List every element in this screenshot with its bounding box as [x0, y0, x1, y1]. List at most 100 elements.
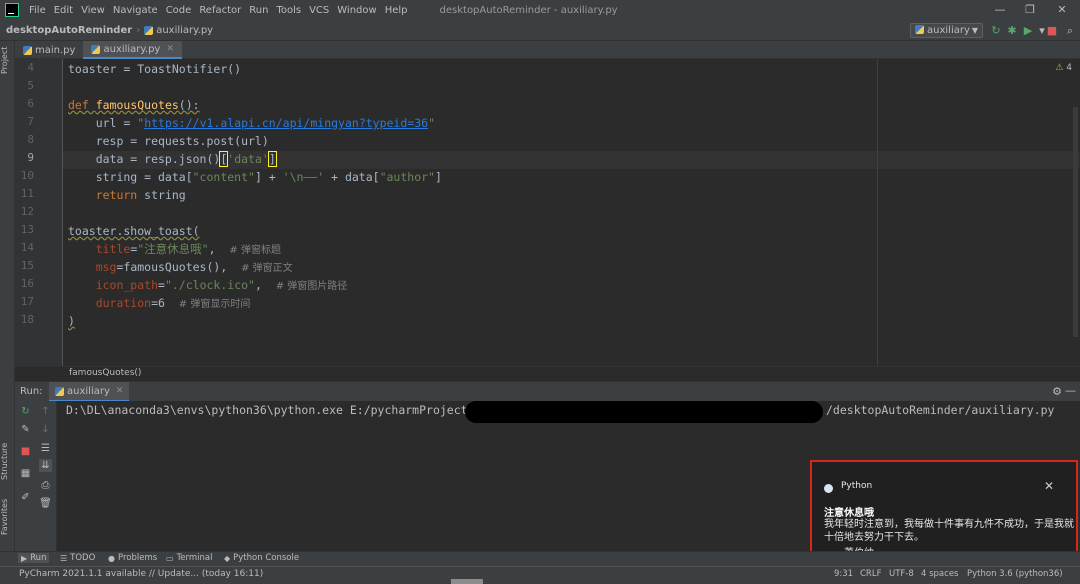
- editor-tabs: main.py auxiliary.py ✕: [15, 41, 1080, 59]
- navigation-bar: desktopAutoReminder › auxiliary.py auxil…: [0, 20, 1080, 41]
- trash-icon[interactable]: 🗑: [39, 497, 52, 510]
- menu-vcs[interactable]: VCS: [305, 5, 333, 16]
- breadcrumb-file[interactable]: auxiliary.py: [156, 25, 213, 36]
- line-number: 16: [20, 277, 34, 290]
- menu-refactor[interactable]: Refactor: [195, 5, 245, 16]
- structure-tool-tab[interactable]: Structure: [0, 439, 15, 483]
- code-line: return string: [68, 188, 186, 202]
- code-line: ): [68, 314, 75, 328]
- toast-body-panel: Python ✕ 注意休息哦 我年轻时注意到，我每做十件事有九件不成功，于是我就…: [812, 462, 1076, 565]
- tool-tab-python-console[interactable]: ◆ Python Console: [224, 553, 299, 563]
- menu-code[interactable]: Code: [162, 5, 196, 16]
- python-file-icon: [144, 25, 154, 35]
- info-icon: ●: [108, 553, 115, 563]
- status-message[interactable]: PyCharm 2021.1.1 available // Update... …: [19, 569, 263, 579]
- soft-wrap-icon[interactable]: ☰: [39, 442, 52, 455]
- scroll-to-end-icon[interactable]: ⇊: [39, 459, 52, 472]
- breadcrumb-function[interactable]: famousQuotes(): [69, 368, 141, 378]
- tab-main-py[interactable]: main.py: [15, 41, 83, 59]
- project-tool-tab[interactable]: Project: [0, 43, 15, 77]
- menu-help[interactable]: Help: [381, 5, 412, 16]
- arrow-up-icon[interactable]: ↑: [39, 405, 52, 418]
- coverage-icon[interactable]: ▶: [1022, 24, 1034, 37]
- status-line-separator[interactable]: CRLF: [860, 569, 881, 579]
- code-line: url = "https://v1.alapi.cn/api/mingyan?t…: [68, 116, 435, 130]
- python-console-icon: ◆: [224, 553, 231, 563]
- tab-auxiliary-py[interactable]: auxiliary.py ✕: [83, 41, 182, 59]
- gear-icon[interactable]: ⚙: [1052, 385, 1062, 398]
- tool-tab-run[interactable]: ▶ Run: [18, 553, 50, 563]
- run-toolbar-primary: ↻ ✎ ■ ▦ ✐: [15, 401, 35, 551]
- menu-navigate[interactable]: Navigate: [109, 5, 162, 16]
- arrow-down-icon[interactable]: ↓: [39, 423, 52, 436]
- toast-app-name: Python: [841, 481, 873, 491]
- hide-panel-icon[interactable]: —: [1065, 384, 1076, 397]
- line-number: 14: [20, 241, 34, 254]
- code-line: string = data["content"] + '\n——' + data…: [68, 170, 442, 184]
- status-indent[interactable]: 4 spaces: [921, 569, 958, 579]
- pycharm-logo-icon: [5, 3, 19, 17]
- close-icon[interactable]: ✕: [1044, 479, 1054, 493]
- python-app-icon: [824, 484, 833, 493]
- editor-scrollbar[interactable]: [1073, 107, 1078, 337]
- run-tab-auxiliary[interactable]: auxiliary ✕: [49, 382, 130, 402]
- pin-icon[interactable]: ✐: [19, 491, 32, 504]
- status-caret-position[interactable]: 9:31: [834, 569, 853, 579]
- menu-file[interactable]: File: [25, 5, 50, 16]
- line-number: 8: [27, 133, 34, 146]
- menu-tools[interactable]: Tools: [272, 5, 305, 16]
- redacted-path-block: [465, 401, 823, 423]
- run-config-label: auxiliary: [927, 25, 970, 36]
- run-config-dropdown[interactable]: auxiliary ▼: [910, 23, 983, 38]
- code-line: icon_path="./clock.ico", # 弹窗图片路径: [68, 278, 348, 292]
- minimize-icon[interactable]: —: [990, 2, 1010, 18]
- right-margin-guide: [877, 59, 878, 366]
- python-file-icon: [91, 44, 101, 54]
- left-tool-strip: Project Structure Favorites: [0, 41, 15, 551]
- menu-window[interactable]: Window: [333, 5, 380, 16]
- window-title: desktopAutoReminder - auxiliary.py: [439, 4, 618, 16]
- rerun-icon[interactable]: ↻: [19, 405, 32, 418]
- close-tab-icon[interactable]: ✕: [116, 386, 124, 396]
- line-number: 10: [20, 169, 34, 182]
- line-number: 6: [27, 97, 34, 110]
- layout-icon[interactable]: ▦: [19, 467, 32, 480]
- rerun-icon[interactable]: ↻: [990, 24, 1002, 37]
- menu-edit[interactable]: Edit: [50, 5, 77, 16]
- tab-label: auxiliary.py: [103, 43, 161, 55]
- tool-tab-terminal[interactable]: ▭ Terminal: [166, 553, 212, 563]
- line-number-gutter: 4 5 6 7 8 9 10 11 12 13 14 15 16 17 18: [15, 59, 63, 366]
- tool-tab-problems[interactable]: ● Problems: [108, 553, 157, 563]
- status-interpreter[interactable]: Python 3.6 (python36): [967, 569, 1063, 579]
- inspection-widget[interactable]: ⚠ 4: [1055, 63, 1072, 73]
- debug-icon[interactable]: ✱: [1006, 24, 1018, 37]
- stop-icon[interactable]: ■: [1046, 24, 1058, 37]
- status-progress-indicator: [451, 579, 483, 584]
- code-line: def famousQuotes():: [68, 98, 200, 112]
- code-editor[interactable]: 4 5 6 7 8 9 10 11 12 13 14 15 16 17 18 ⚠…: [15, 59, 1080, 366]
- run-icon: ▶: [21, 553, 28, 563]
- warning-icon: ⚠: [1055, 63, 1064, 73]
- close-tab-icon[interactable]: ✕: [166, 44, 174, 54]
- python-file-icon: [55, 386, 64, 396]
- tool-tab-todo[interactable]: ☰ TODO: [60, 553, 95, 563]
- url-link: https://v1.alapi.cn/api/mingyan?typeid=3…: [144, 116, 429, 130]
- favorites-tool-tab[interactable]: Favorites: [0, 497, 15, 537]
- stop-icon[interactable]: ■: [19, 445, 32, 458]
- status-encoding[interactable]: UTF-8: [889, 569, 914, 579]
- restore-icon[interactable]: ❐: [1020, 2, 1040, 18]
- menu-view[interactable]: View: [77, 5, 109, 16]
- line-number: 13: [20, 223, 34, 236]
- breadcrumb-project[interactable]: desktopAutoReminder: [6, 25, 132, 36]
- print-icon[interactable]: ⎙: [39, 479, 52, 492]
- search-icon[interactable]: ⌕: [1064, 24, 1076, 37]
- python-file-icon: [23, 45, 32, 55]
- code-line: msg=famousQuotes(), # 弹窗正文: [68, 260, 293, 274]
- status-bar: PyCharm 2021.1.1 available // Update... …: [0, 566, 1080, 584]
- close-window-icon[interactable]: ✕: [1052, 2, 1072, 18]
- line-number-current: 9: [27, 151, 34, 164]
- code-line: title="注意休息哦", # 弹窗标题: [68, 242, 281, 256]
- breadcrumb-separator-icon: ›: [136, 24, 141, 36]
- menu-run[interactable]: Run: [245, 5, 272, 16]
- wrench-icon[interactable]: ✎: [19, 423, 32, 436]
